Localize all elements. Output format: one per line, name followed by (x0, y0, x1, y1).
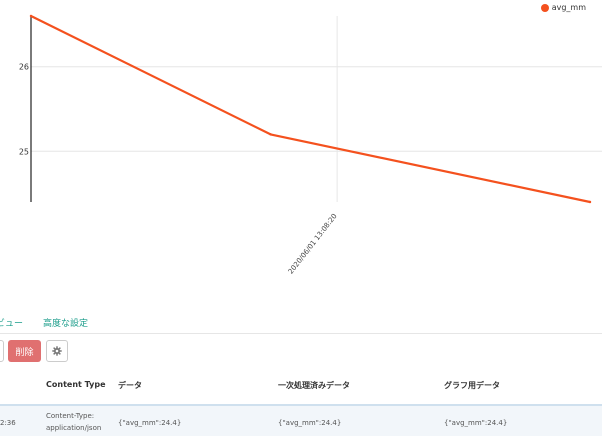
partial-button[interactable] (0, 340, 4, 362)
legend-label: avg_mm (551, 3, 586, 12)
data-table: Content Type データ 一次処理済みデータ グラフ用データ 2:36 … (0, 368, 602, 436)
table-row[interactable]: 2:36 Content-Type: application/json {"av… (0, 406, 602, 436)
cell-content-type: Content-Type: application/json (46, 412, 102, 432)
y-tick-label: 26 (19, 63, 29, 72)
delete-button-label: 削除 (15, 347, 34, 358)
cell-time: 2:36 (0, 419, 16, 427)
chart-series (29, 14, 592, 204)
data-point (29, 14, 33, 18)
data-point (269, 133, 272, 136)
header-data[interactable]: データ (118, 380, 142, 391)
chart-grid (31, 16, 602, 202)
chart-legend[interactable]: avg_mm (540, 3, 586, 12)
x-tick-label: 2020/06/01 13:08:20 (287, 212, 339, 275)
cell-data: {"avg_mm":24.4} (118, 419, 182, 427)
cell-graph-data: {"avg_mm":24.4} (444, 419, 508, 427)
sub-navigation: ビュー 高度な設定 (0, 316, 602, 334)
header-content-type[interactable]: Content Type (46, 380, 106, 389)
table-header: Content Type データ 一次処理済みデータ グラフ用データ (0, 368, 602, 404)
line-chart: 25 26 2020/06/01 13:08:20 (19, 14, 602, 276)
advanced-settings-tab[interactable]: 高度な設定 (43, 316, 88, 329)
series-line-avg_mm (29, 14, 592, 204)
gear-icon (52, 346, 62, 356)
settings-button[interactable] (46, 340, 68, 362)
chart-ticks: 25 26 2020/06/01 13:08:20 (19, 63, 339, 276)
y-tick-label: 25 (19, 147, 29, 156)
delete-button[interactable]: 削除 (8, 340, 41, 362)
preview-tab[interactable]: ビュー (0, 316, 23, 329)
cell-processed-data: {"avg_mm":24.4} (278, 419, 342, 427)
header-graph-data[interactable]: グラフ用データ (444, 380, 500, 391)
section-divider (0, 333, 602, 334)
data-point (588, 200, 592, 204)
header-processed-data[interactable]: 一次処理済みデータ (278, 380, 350, 391)
legend-dot-icon (540, 3, 549, 12)
